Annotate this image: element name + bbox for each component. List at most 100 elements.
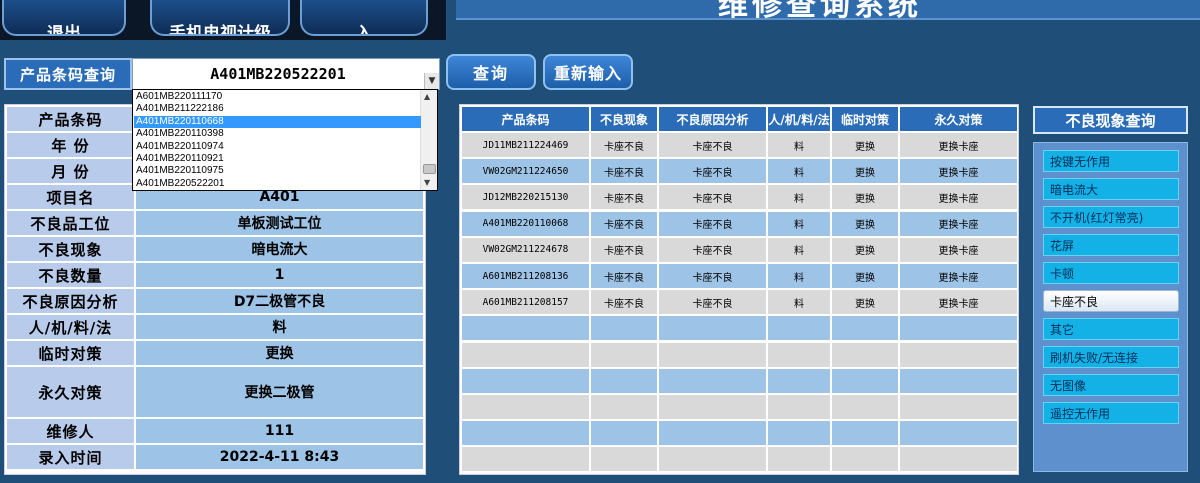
results-cell[interactable]: 料 bbox=[768, 264, 830, 288]
results-cell[interactable]: 料 bbox=[768, 159, 830, 184]
detail-label: 年 份 bbox=[7, 133, 134, 157]
dropdown-scrollbar[interactable]: ▲ ▼ bbox=[420, 90, 437, 190]
detail-row: 不良原因分析 D7二极管不良 bbox=[5, 288, 425, 314]
defect-query-title: 不良现象查询 bbox=[1033, 106, 1188, 134]
dropdown-option[interactable]: A401MB220522201 bbox=[134, 178, 421, 190]
detail-label: 维修人 bbox=[7, 419, 134, 443]
results-cell[interactable]: 更换 bbox=[832, 159, 898, 184]
results-cell[interactable]: 更换卡座 bbox=[900, 133, 1017, 157]
detail-label: 人/机/料/法 bbox=[7, 315, 134, 339]
results-cell[interactable]: 卡座不良 bbox=[659, 237, 766, 262]
results-cell[interactable]: 卡座不良 bbox=[591, 185, 657, 210]
results-cell[interactable]: 卡座不良 bbox=[659, 185, 766, 210]
defect-button[interactable]: 不开机(红灯常亮) bbox=[1043, 206, 1179, 228]
results-cell[interactable]: 卡座不良 bbox=[591, 290, 657, 315]
results-cell[interactable]: JD12MB220215130 bbox=[462, 185, 589, 210]
defect-button[interactable]: 卡座不良 bbox=[1043, 290, 1179, 312]
scroll-down-icon[interactable]: ▼ bbox=[424, 178, 430, 187]
results-cell[interactable]: 卡座不良 bbox=[591, 264, 657, 288]
results-cell[interactable]: 更换 bbox=[832, 185, 898, 210]
dropdown-option[interactable]: A401MB220110921 bbox=[134, 153, 421, 165]
results-cell[interactable]: 更换 bbox=[832, 237, 898, 262]
results-empty-cell bbox=[768, 316, 830, 341]
scroll-thumb[interactable] bbox=[423, 164, 436, 174]
results-cell[interactable]: 更换卡座 bbox=[900, 159, 1017, 184]
results-cell[interactable]: 更换 bbox=[832, 133, 898, 157]
results-empty-cell bbox=[462, 342, 589, 367]
results-empty-cell bbox=[462, 316, 589, 341]
results-empty-cell bbox=[900, 342, 1017, 367]
results-empty-cell bbox=[591, 342, 657, 367]
dropdown-arrow-icon[interactable]: ▼ bbox=[424, 73, 439, 89]
results-cell[interactable]: 更换 bbox=[832, 290, 898, 315]
results-cell[interactable]: 卡座不良 bbox=[659, 211, 766, 236]
results-cell[interactable]: 更换卡座 bbox=[900, 211, 1017, 236]
results-cell[interactable]: 卡座不良 bbox=[591, 237, 657, 262]
dropdown-option[interactable]: A601MB220111170 bbox=[134, 91, 421, 103]
defect-button[interactable]: 暗电流大 bbox=[1043, 178, 1179, 200]
results-cell[interactable]: A601MB211208136 bbox=[462, 264, 589, 288]
defect-button[interactable]: 遥控无作用 bbox=[1043, 402, 1179, 424]
reset-button[interactable]: 重新输入 bbox=[543, 54, 633, 90]
nav-button-2[interactable]: 手机电视计级 bbox=[150, 0, 290, 36]
results-cell[interactable]: 料 bbox=[768, 133, 830, 157]
barcode-dropdown-list[interactable]: ▲ ▼ A601MB220111170 A401MB211222186 A401MB… bbox=[132, 89, 438, 191]
results-cell[interactable]: 卡座不良 bbox=[659, 133, 766, 157]
detail-label: 不良现象 bbox=[7, 237, 134, 261]
dropdown-option[interactable]: A401MB220110398 bbox=[134, 128, 421, 140]
results-cell[interactable]: 更换卡座 bbox=[900, 237, 1017, 262]
detail-label: 不良品工位 bbox=[7, 211, 134, 235]
results-cell[interactable]: 更换 bbox=[832, 211, 898, 236]
results-cell[interactable]: 料 bbox=[768, 211, 830, 236]
results-cell[interactable]: 更换卡座 bbox=[900, 290, 1017, 315]
results-cell[interactable]: 卡座不良 bbox=[591, 211, 657, 236]
results-empty-cell bbox=[659, 395, 766, 419]
dropdown-option[interactable]: A401MB220110668 bbox=[134, 115, 421, 128]
results-cell[interactable]: A401MB220110068 bbox=[462, 211, 589, 236]
results-cell[interactable]: JD11MB211224469 bbox=[462, 133, 589, 157]
defect-button[interactable]: 卡顿 bbox=[1043, 262, 1179, 284]
barcode-input[interactable]: A401MB220522201 bbox=[133, 59, 423, 89]
dropdown-option[interactable]: A401MB220110975 bbox=[134, 165, 421, 177]
results-cell[interactable]: 料 bbox=[768, 237, 830, 262]
detail-label: 临时对策 bbox=[7, 341, 134, 365]
results-cell[interactable]: 卡座不良 bbox=[659, 264, 766, 288]
defect-button[interactable]: 刷机失败/无连接 bbox=[1043, 346, 1179, 368]
dropdown-option[interactable]: A401MB211222186 bbox=[134, 103, 421, 115]
results-cell[interactable]: 更换卡座 bbox=[900, 185, 1017, 210]
results-cell[interactable]: A601MB211208157 bbox=[462, 290, 589, 315]
results-cell[interactable]: 卡座不良 bbox=[591, 133, 657, 157]
results-empty-cell bbox=[768, 368, 830, 393]
nav-button-3[interactable]: 入 bbox=[300, 0, 428, 36]
defect-button[interactable]: 其它 bbox=[1043, 318, 1179, 340]
results-cell[interactable]: 更换卡座 bbox=[900, 264, 1017, 288]
defect-button[interactable]: 按键无作用 bbox=[1043, 150, 1179, 172]
detail-row: 不良品工位 单板测试工位 bbox=[5, 210, 425, 236]
results-header-cell: 不良原因分析 bbox=[659, 107, 766, 131]
results-empty-cell bbox=[462, 395, 589, 419]
detail-label: 不良原因分析 bbox=[7, 289, 134, 313]
scroll-up-icon[interactable]: ▲ bbox=[424, 92, 430, 101]
defect-button[interactable]: 无图像 bbox=[1043, 374, 1179, 396]
detail-row: 不良现象 暗电流大 bbox=[5, 236, 425, 262]
detail-value: 更换二极管 bbox=[136, 367, 423, 417]
detail-label: 不良数量 bbox=[7, 263, 134, 287]
results-cell[interactable]: 卡座不良 bbox=[591, 159, 657, 184]
barcode-combobox[interactable]: A401MB220522201 ▼ bbox=[132, 58, 440, 90]
results-cell[interactable]: 料 bbox=[768, 290, 830, 315]
results-cell[interactable]: 料 bbox=[768, 185, 830, 210]
results-empty-cell bbox=[832, 447, 898, 472]
results-empty-cell bbox=[659, 316, 766, 341]
detail-row: 不良数量 1 bbox=[5, 262, 425, 288]
exit-button[interactable]: 退出 bbox=[2, 0, 126, 36]
results-cell[interactable]: 卡座不良 bbox=[659, 159, 766, 184]
search-button[interactable]: 查询 bbox=[446, 54, 536, 90]
barcode-query-label: 产品条码查询 bbox=[4, 58, 132, 90]
results-cell[interactable]: VW02GM211224678 bbox=[462, 237, 589, 262]
detail-value: 1 bbox=[136, 263, 423, 287]
defect-button[interactable]: 花屏 bbox=[1043, 234, 1179, 256]
results-cell[interactable]: 卡座不良 bbox=[659, 290, 766, 315]
results-cell[interactable]: VW02GM211224650 bbox=[462, 159, 589, 184]
results-cell[interactable]: 更换 bbox=[832, 264, 898, 288]
dropdown-option[interactable]: A401MB220110974 bbox=[134, 141, 421, 153]
